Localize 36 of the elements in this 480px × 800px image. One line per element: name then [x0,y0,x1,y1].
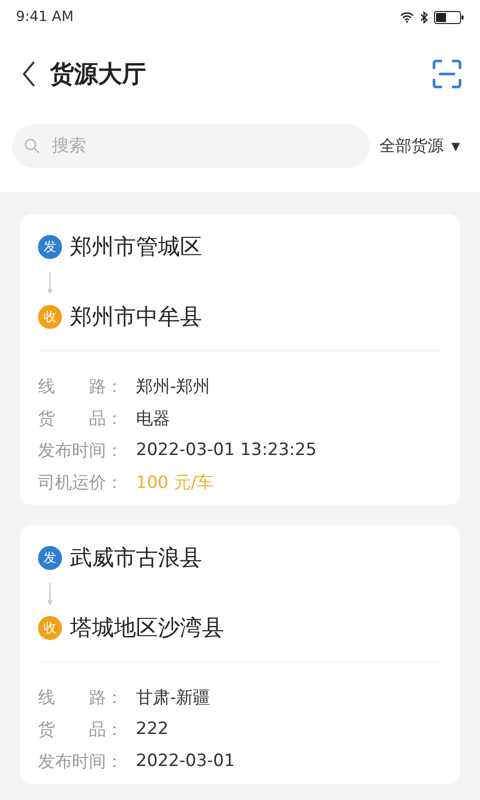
search-field[interactable]: 搜索 [12,124,370,168]
cargo-card[interactable]: 发 武威市古浪县 收 塔城地区沙湾县 线 路： 甘肃-新疆 货 品： 222 发布时间： 2022-03-01 [20,525,460,784]
field-label: 货 品： [38,718,124,740]
field-value: 222 [136,719,168,739]
destination-place: 郑州市中牟县 [70,304,202,332]
back-icon[interactable] [22,60,36,88]
origin-place: 郑州市管城区 [70,234,202,262]
cargo-card[interactable]: 发 郑州市管城区 收 郑州市中牟县 线 路： 郑州-郑州 货 品： 电器 发布时间： 2022-03-01 13:23:25 司机运价： 100 元/车 [20,214,460,505]
wifi-icon [400,12,414,22]
field-label: 线 路： [38,686,124,708]
bluetooth-icon [420,10,428,24]
down-arrow-icon [47,583,53,605]
down-arrow-icon [47,272,53,294]
destination-place: 塔城地区沙湾县 [70,615,224,643]
destination-badge: 收 [38,616,62,640]
field-label: 司机运价： [38,472,124,494]
page-title: 货源大厅 [50,59,147,90]
origin-place: 武威市古浪县 [70,545,202,573]
field-value: 2022-03-01 13:23:25 [136,440,317,460]
origin-badge: 发 [38,235,62,259]
field-value: 电器 [136,408,170,430]
destination-badge: 收 [38,305,62,329]
scan-icon[interactable] [432,59,462,89]
search-icon [24,138,40,154]
field-label: 线 路： [38,376,124,398]
battery-icon [434,10,464,24]
field-value: 郑州-郑州 [136,376,210,398]
field-value: 甘肃-新疆 [136,686,210,708]
field-value: 2022-03-01 [136,751,235,771]
filter-dropdown[interactable]: 全部货源 ▼ [380,132,460,160]
field-value: 100 元/车 [136,472,214,494]
origin-badge: 发 [38,546,62,570]
field-label: 发布时间： [38,750,124,772]
field-label: 货 品： [38,408,124,430]
status-time: 9:41 AM [16,9,74,25]
field-label: 发布时间： [38,440,124,462]
